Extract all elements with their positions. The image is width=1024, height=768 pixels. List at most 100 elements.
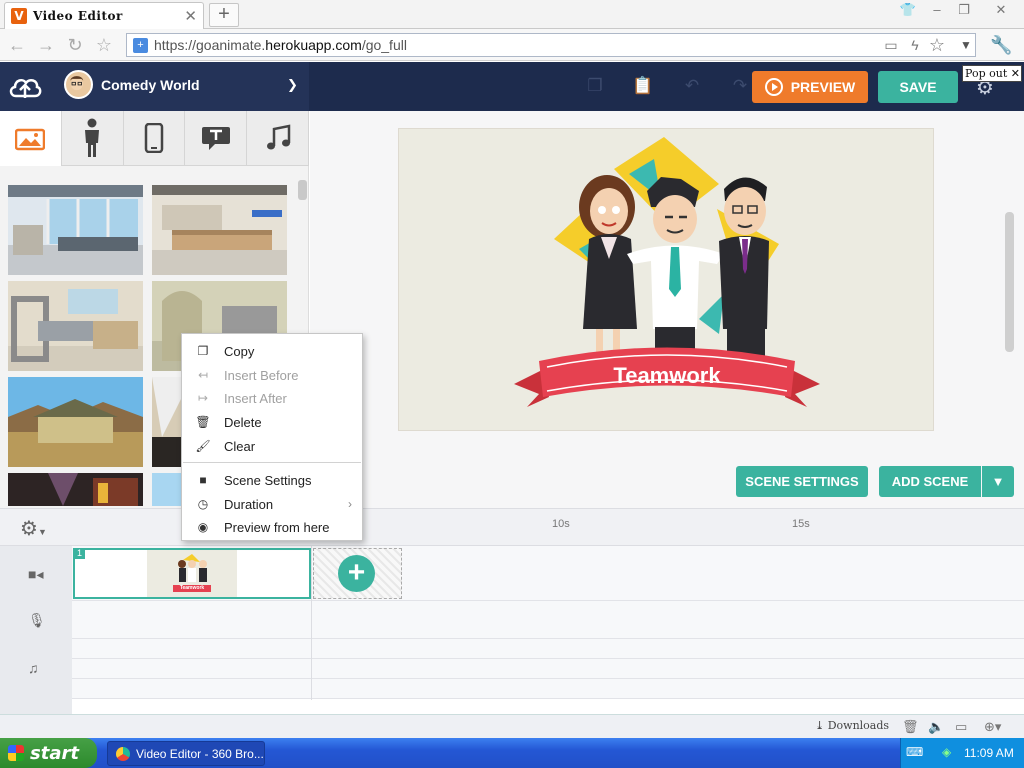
theme-name[interactable]: Comedy World xyxy=(101,77,200,93)
screen-icon[interactable]: ▭ xyxy=(880,35,902,57)
tab-favicon-icon: V xyxy=(11,8,27,24)
sound-track-3[interactable] xyxy=(72,679,1024,699)
menu-item-label: Insert Before xyxy=(224,367,299,383)
microphone-icon: 🎙 xyxy=(28,612,46,628)
reload-icon[interactable]: ↻ xyxy=(64,35,86,57)
text-bubble-icon xyxy=(201,127,230,150)
downloads-button[interactable]: ⤓ Downloads xyxy=(815,719,889,732)
url-dropdown-icon[interactable]: ▼ xyxy=(955,35,977,57)
menu-item-label: Clear xyxy=(224,438,256,454)
favorite-star-icon[interactable]: ☆ xyxy=(93,35,115,57)
sound-track-1[interactable] xyxy=(72,639,1024,659)
forward-icon[interactable]: → xyxy=(35,35,57,57)
close-tab-icon[interactable]: ✕ xyxy=(184,7,197,25)
scene-settings-button[interactable]: SCENE SETTINGS xyxy=(736,466,868,497)
close-window-icon[interactable]: ✕ xyxy=(990,2,1012,22)
bookmark-star-icon[interactable]: ☆ xyxy=(926,35,948,57)
tab-text[interactable] xyxy=(185,111,248,166)
menu-item-label: Delete xyxy=(224,414,262,430)
windows-logo-icon xyxy=(8,745,24,761)
add-scene-dropdown-icon[interactable]: ▼ xyxy=(982,466,1014,497)
background-thumbnail[interactable] xyxy=(8,281,143,371)
network-icon[interactable]: ◈ xyxy=(942,745,951,759)
undo-icon[interactable]: ↶ xyxy=(681,76,703,98)
menu-item-label: Duration xyxy=(224,496,274,512)
tab-backgrounds[interactable] xyxy=(0,111,62,166)
menu-item-label: Scene Settings xyxy=(224,472,312,488)
background-thumbnail[interactable] xyxy=(152,185,287,275)
paste-tool-icon[interactable]: 📋 xyxy=(632,76,654,98)
skin-icon[interactable]: 👕 xyxy=(897,2,919,22)
trash-status-icon[interactable]: 🗑 xyxy=(902,719,919,735)
maximize-icon[interactable]: ❐ xyxy=(953,2,975,22)
taskbar-window-button[interactable]: Video Editor - 360 Bro... xyxy=(107,741,265,766)
menu-item-preview-from-here[interactable]: ◉ Preview from here xyxy=(182,516,362,538)
lightning-icon[interactable]: ϟ xyxy=(904,35,926,57)
tick-label-10s: 10s xyxy=(552,518,570,530)
eye-icon: ◉ xyxy=(197,520,209,534)
menu-item-insert-after[interactable]: ↦ Insert After xyxy=(182,387,362,409)
sound-track-2[interactable] xyxy=(72,659,1024,679)
volume-icon[interactable]: 🔈 xyxy=(928,719,944,735)
tab-characters[interactable] xyxy=(61,111,124,166)
save-button[interactable]: SAVE xyxy=(878,71,958,103)
library-tabs xyxy=(0,111,309,166)
scene-clip-banner-text: Teamwork xyxy=(179,585,205,591)
browser-icon xyxy=(116,747,130,761)
menu-item-copy[interactable]: ❐ Copy xyxy=(182,340,362,362)
submenu-arrow-icon: › xyxy=(348,497,352,511)
background-thumbnail[interactable] xyxy=(8,473,143,506)
character-icon xyxy=(85,118,100,157)
phone-icon xyxy=(144,123,164,153)
insert-before-icon: ↤ xyxy=(197,368,209,382)
camera-icon: ■ xyxy=(199,473,207,487)
window-icon[interactable]: ▭ xyxy=(955,719,967,735)
scene-clip-thumbnail: Teamwork xyxy=(147,550,237,597)
tools-wrench-icon[interactable]: 🔧 xyxy=(990,35,1012,57)
taskbar-window-label: Video Editor - 360 Bro... xyxy=(136,746,264,761)
menu-item-delete[interactable]: 🗑 Delete xyxy=(182,411,362,433)
menu-separator xyxy=(183,462,361,463)
minimize-icon[interactable]: – xyxy=(926,2,948,22)
preview-label: PREVIEW xyxy=(790,79,856,95)
copy-icon: ❐ xyxy=(197,344,209,358)
url-text: https://goanimate.herokuapp.com/go_full xyxy=(154,37,407,53)
cloud-upload-icon[interactable] xyxy=(8,72,42,102)
menu-item-insert-before[interactable]: ↤ Insert Before xyxy=(182,364,362,386)
menu-item-scene-settings[interactable]: ■ Scene Settings xyxy=(182,469,362,491)
add-scene-plus-icon[interactable]: + xyxy=(338,555,375,592)
voice-track[interactable] xyxy=(72,601,1024,639)
menu-item-duration[interactable]: ◷ Duration › xyxy=(182,493,362,515)
copy-tool-icon[interactable]: ❐ xyxy=(584,76,606,98)
download-icon: ⤓ xyxy=(815,719,825,732)
tick-label-15s: 15s xyxy=(792,518,810,530)
library-scrollbar[interactable] xyxy=(298,180,307,200)
preview-button[interactable]: PREVIEW xyxy=(752,71,868,103)
browser-tab[interactable]: V Video Editor ✕ xyxy=(4,2,204,29)
new-tab-button[interactable]: + xyxy=(209,3,239,27)
start-button[interactable]: start xyxy=(0,738,97,768)
chevron-down-icon[interactable]: ❯ xyxy=(287,77,298,93)
redo-icon[interactable]: ↷ xyxy=(729,76,751,98)
scene-canvas[interactable]: Teamwork xyxy=(398,128,934,431)
image-icon xyxy=(15,128,46,150)
background-thumbnail[interactable] xyxy=(8,185,143,275)
keyboard-icon[interactable]: ⌨ xyxy=(906,745,923,759)
back-icon[interactable]: ← xyxy=(6,35,28,57)
menu-item-label: Preview from here xyxy=(224,519,330,535)
background-thumbnail[interactable] xyxy=(8,377,143,467)
start-label: start xyxy=(30,742,79,764)
zoom-icon[interactable]: ⊕▾ xyxy=(984,719,1001,735)
tab-props[interactable] xyxy=(123,111,186,166)
downloads-label: Downloads xyxy=(827,719,890,732)
timeline-settings-gear-icon[interactable]: ⚙▼ xyxy=(20,516,47,541)
tab-sounds[interactable] xyxy=(247,111,309,166)
scene-banner-text: Teamwork xyxy=(613,363,721,388)
popout-button[interactable]: Pop out ✕ xyxy=(962,65,1022,82)
menu-item-clear[interactable]: 🖌 Clear xyxy=(182,435,362,457)
stage-scrollbar[interactable] xyxy=(1005,212,1014,352)
add-scene-button[interactable]: ADD SCENE xyxy=(879,466,981,497)
clock[interactable]: 11:09 AM xyxy=(964,746,1014,760)
brush-icon: 🖌 xyxy=(195,439,211,453)
url-input[interactable]: + https://goanimate.herokuapp.com/go_ful… xyxy=(126,33,976,57)
